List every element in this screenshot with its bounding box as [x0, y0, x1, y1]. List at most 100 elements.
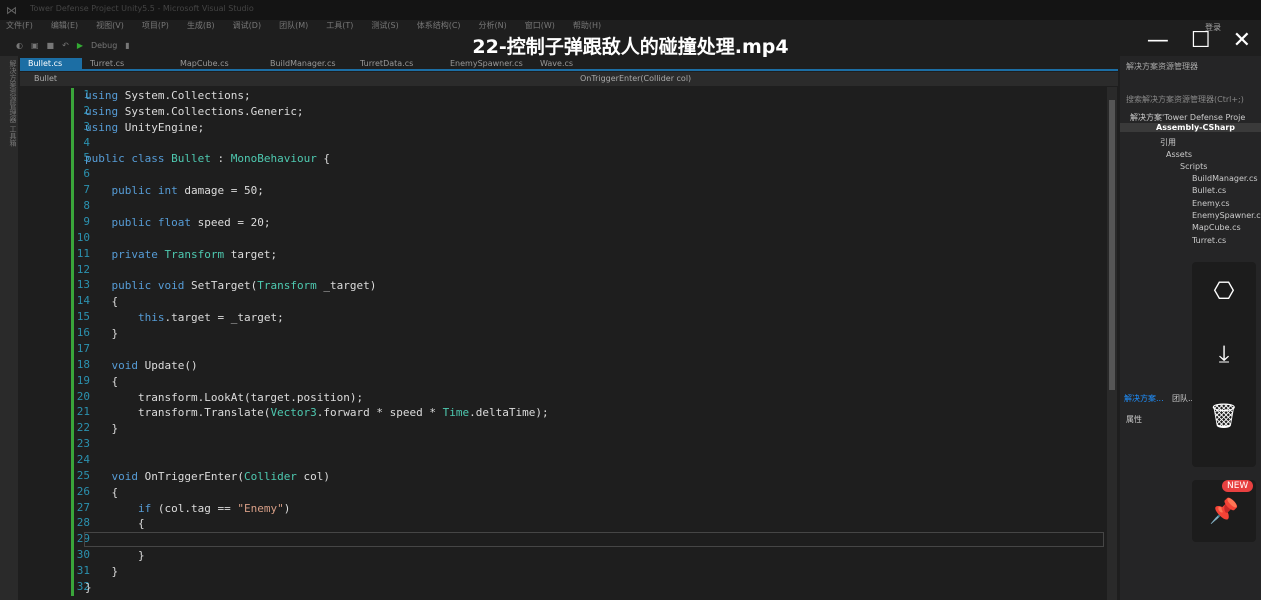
code-token: void — [85, 469, 145, 483]
line-number: 4 — [83, 135, 90, 149]
member-dropdown[interactable]: OnTriggerEnter(Collider col) — [580, 74, 691, 83]
code-line: } — [85, 326, 118, 342]
tab-mapcube[interactable]: MapCube.cs — [172, 58, 262, 69]
code-token: this — [85, 311, 165, 325]
minimize-button[interactable]: — — [1147, 28, 1169, 53]
code-token: .forward * speed * — [316, 406, 443, 420]
code-token: ) — [283, 501, 291, 515]
code-token: transform.Translate( — [85, 406, 271, 420]
code-line: } — [85, 548, 145, 564]
video-title-text: 22-控制子弹跟敌人的碰撞处理.mp4 — [472, 36, 789, 58]
code-line: public int damage = 50; — [85, 183, 264, 199]
solution-node[interactable]: 解决方案'Tower Defense Proje — [1130, 112, 1245, 123]
current-line-highlight — [84, 532, 1104, 547]
left-tool-strip[interactable]: 解决方案资源管理器 工具箱 — [0, 56, 18, 600]
code-token: .target = _target; — [164, 311, 284, 325]
code-line: using UnityEngine; — [85, 120, 204, 136]
code-line: using System.Collections; — [85, 88, 251, 104]
references-node[interactable]: 引用 — [1160, 137, 1176, 148]
code-line: using System.Collections.Generic; — [85, 104, 304, 120]
code-token: _target) — [316, 279, 377, 293]
line-number: 12 — [76, 262, 90, 276]
code-token: Transform — [164, 247, 225, 261]
login-link[interactable]: 登录 — [1205, 22, 1221, 33]
code-token: public float — [85, 215, 198, 229]
script-file[interactable]: Bullet.cs — [1192, 186, 1226, 195]
share-icon[interactable]: ⎔ — [1192, 277, 1256, 305]
tab-turretdata[interactable]: TurretData.cs — [352, 58, 442, 69]
script-file[interactable]: MapCube.cs — [1192, 223, 1241, 232]
script-file[interactable]: BuildManager.cs — [1192, 174, 1258, 183]
code-token: public class — [85, 152, 172, 166]
code-token: private — [85, 247, 165, 261]
code-token: Time — [442, 406, 470, 420]
assets-folder[interactable]: Assets — [1166, 150, 1192, 159]
new-badge: NEW — [1222, 480, 1254, 492]
scripts-folder[interactable]: Scripts — [1180, 162, 1207, 171]
code-token: (col.tag == — [157, 501, 238, 515]
code-token: speed = 20; — [197, 215, 271, 229]
code-token: "Enemy" — [237, 501, 284, 515]
close-button[interactable]: ✕ — [1233, 28, 1251, 53]
code-token: MonoBehaviour — [230, 152, 317, 166]
code-token: { — [85, 295, 119, 309]
code-editor[interactable]: 1 using System.Collections; 2 using System.… — [20, 87, 1106, 600]
document-tabs: Bullet.cs Turret.cs MapCube.cs BuildManager… — [20, 58, 1118, 71]
code-token: { — [85, 485, 119, 499]
code-token: Update() — [144, 358, 198, 372]
code-line: } — [85, 580, 92, 596]
script-file[interactable]: Turret.cs — [1192, 236, 1226, 245]
code-line: { — [85, 485, 118, 501]
line-number: 23 — [76, 437, 90, 451]
code-token: } — [85, 422, 119, 436]
bottom-tab-solution[interactable]: 解决方案... — [1124, 393, 1164, 404]
visual-studio-logo-icon: ⋈ — [6, 4, 17, 17]
code-token: { — [316, 152, 331, 166]
code-token: damage = 50; — [184, 184, 264, 198]
download-icon[interactable]: ⤓ — [1192, 340, 1256, 368]
code-token: target; — [224, 247, 278, 261]
code-line: { — [85, 516, 145, 532]
code-token: UnityEngine; — [124, 120, 205, 134]
tab-turret[interactable]: Turret.cs — [82, 58, 172, 69]
tab-enemyspawner[interactable]: EnemySpawner.cs — [442, 58, 532, 69]
code-line: { — [85, 294, 118, 310]
code-token: OnTriggerEnter( — [144, 469, 244, 483]
properties-title: 属性 — [1126, 415, 1142, 424]
pin-icon[interactable]: 📌 — [1192, 497, 1256, 525]
code-token: public int — [85, 184, 185, 198]
delete-icon[interactable]: 🗑 — [1192, 402, 1256, 430]
code-token: using — [85, 89, 125, 102]
tab-wave[interactable]: Wave.cs — [532, 58, 622, 69]
window-controls: — ☐ ✕ — [1147, 28, 1251, 53]
code-token: public void — [85, 279, 191, 293]
script-file[interactable]: EnemySpawner.cs — [1192, 211, 1261, 220]
tab-bullet[interactable]: Bullet.cs — [20, 58, 82, 69]
code-line: transform.LookAt(target.position); — [85, 390, 363, 406]
code-token: .deltaTime); — [469, 406, 549, 420]
code-token: if — [85, 501, 158, 515]
code-token: System.Collections; — [124, 89, 251, 102]
code-line: void Update() — [85, 358, 198, 374]
code-token: { — [85, 374, 119, 388]
code-token: } — [85, 549, 145, 563]
script-file[interactable]: Enemy.cs — [1192, 199, 1230, 208]
code-token: void — [85, 358, 145, 372]
class-dropdown[interactable]: Bullet — [34, 74, 57, 83]
line-number: 10 — [76, 230, 90, 244]
code-line: public float speed = 20; — [85, 215, 270, 231]
panel-title: 解决方案资源管理器 — [1126, 62, 1198, 71]
code-line: this.target = _target; — [85, 310, 284, 326]
code-token: { — [85, 517, 145, 531]
code-line: transform.Translate(Vector3.forward * sp… — [85, 405, 549, 421]
code-token: SetTarget( — [190, 279, 258, 293]
scrollbar-thumb[interactable] — [1109, 100, 1115, 390]
code-token: col) — [296, 469, 331, 483]
tab-buildmanager[interactable]: BuildManager.cs — [262, 58, 352, 69]
search-input[interactable]: 搜索解决方案资源管理器(Ctrl+;) — [1126, 94, 1244, 105]
line-number: 17 — [76, 341, 90, 355]
app-title: Tower Defense Project Unity5.5 - Microso… — [30, 4, 254, 13]
code-line: if (col.tag == "Enemy") — [85, 501, 290, 517]
code-token: : — [210, 152, 231, 166]
project-node[interactable]: Assembly-CSharp — [1120, 123, 1261, 132]
